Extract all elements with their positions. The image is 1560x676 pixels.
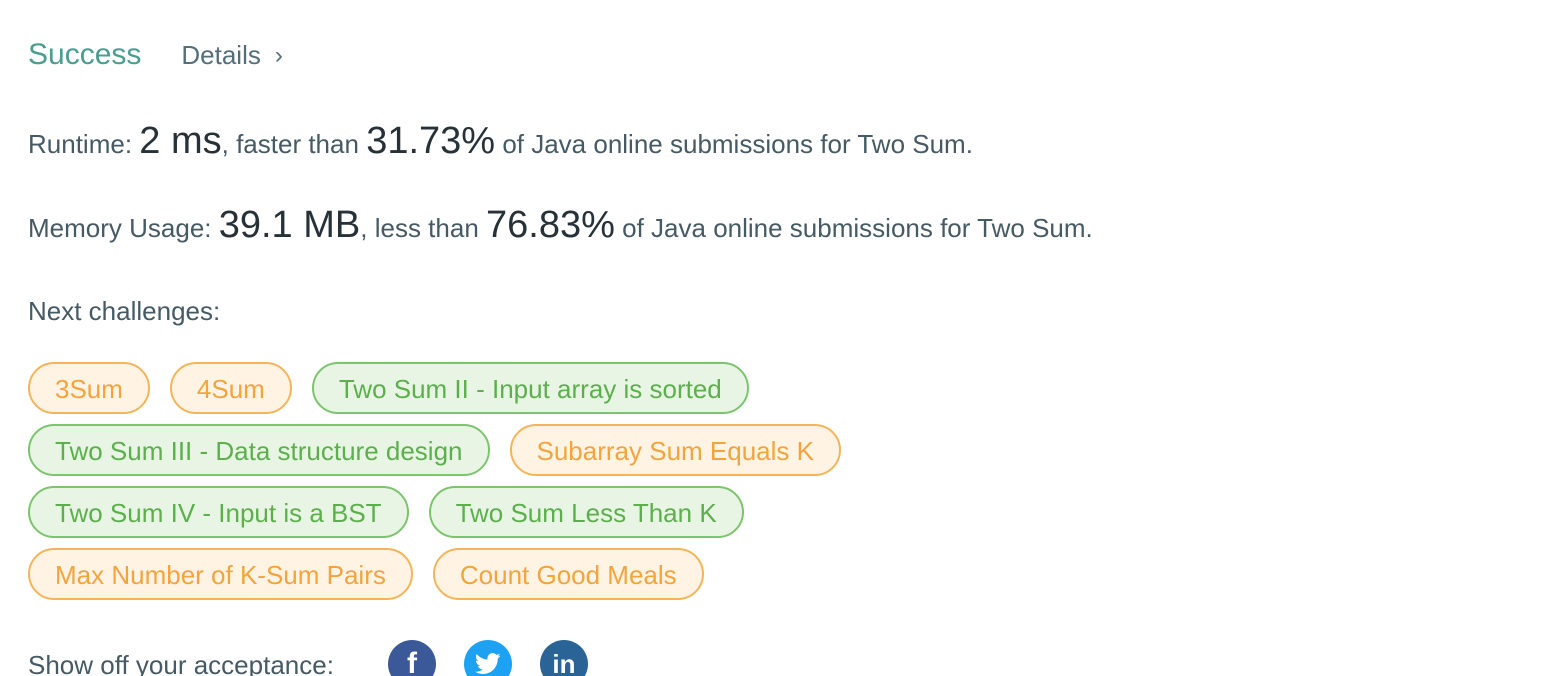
next-challenges-label: Next challenges:: [28, 296, 221, 326]
runtime-mid: , faster than: [221, 129, 359, 159]
submission-result-panel: Success Details › Runtime: 2 ms, faster …: [0, 0, 1560, 676]
tag-row: Two Sum III - Data structure design Suba…: [28, 424, 1028, 476]
challenge-tag-count-good-meals[interactable]: Count Good Meals: [432, 548, 704, 600]
tag-row: Two Sum IV - Input is a BST Two Sum Less…: [28, 486, 1028, 538]
memory-label: Memory Usage:: [28, 213, 212, 243]
facebook-icon[interactable]: f: [387, 640, 436, 676]
challenge-tag-two-sum-iv[interactable]: Two Sum IV - Input is a BST: [28, 486, 409, 538]
share-label: Show off your acceptance:: [28, 650, 334, 676]
challenge-tag-two-sum-iii[interactable]: Two Sum III - Data structure design: [28, 424, 490, 476]
memory-mid: , less than: [360, 213, 479, 243]
twitter-bird-glyph: [474, 653, 501, 674]
challenge-tag-3sum[interactable]: 3Sum: [28, 362, 150, 414]
runtime-percent: 31.73%: [366, 120, 496, 162]
tag-row: 3Sum 4Sum Two Sum II - Input array is so…: [28, 362, 1028, 414]
details-link[interactable]: Details ›: [181, 40, 282, 71]
runtime-value: 2 ms: [139, 120, 222, 162]
share-row: Show off your acceptance: f in: [28, 640, 588, 676]
challenge-tag-4sum[interactable]: 4Sum: [169, 362, 292, 414]
tag-row: Max Number of K-Sum Pairs Count Good Mea…: [28, 548, 1028, 600]
memory-percent: 76.83%: [486, 204, 615, 246]
chevron-right-icon: ›: [274, 41, 283, 69]
challenge-tag-two-sum-ii[interactable]: Two Sum II - Input array is sorted: [311, 362, 749, 414]
challenge-tag-subarray-sum-equals-k[interactable]: Subarray Sum Equals K: [509, 424, 841, 476]
memory-suffix: of Java online submissions for Two Sum.: [622, 213, 1093, 243]
linkedin-icon[interactable]: in: [539, 640, 588, 676]
memory-line: Memory Usage: 39.1 MB, less than 76.83% …: [28, 204, 1093, 247]
status-success: Success: [28, 38, 142, 71]
runtime-label: Runtime:: [28, 129, 133, 159]
runtime-line: Runtime: 2 ms, faster than 31.73% of Jav…: [28, 120, 973, 163]
details-label: Details: [181, 40, 261, 70]
runtime-suffix: of Java online submissions for Two Sum.: [502, 129, 973, 159]
memory-value: 39.1 MB: [218, 204, 361, 246]
twitter-icon[interactable]: [463, 640, 512, 676]
next-challenges-tags: 3Sum 4Sum Two Sum II - Input array is so…: [28, 362, 1028, 610]
status-row: Success Details ›: [28, 38, 283, 72]
challenge-tag-max-k-sum-pairs[interactable]: Max Number of K-Sum Pairs: [28, 548, 413, 600]
challenge-tag-two-sum-less-than-k[interactable]: Two Sum Less Than K: [428, 486, 744, 538]
